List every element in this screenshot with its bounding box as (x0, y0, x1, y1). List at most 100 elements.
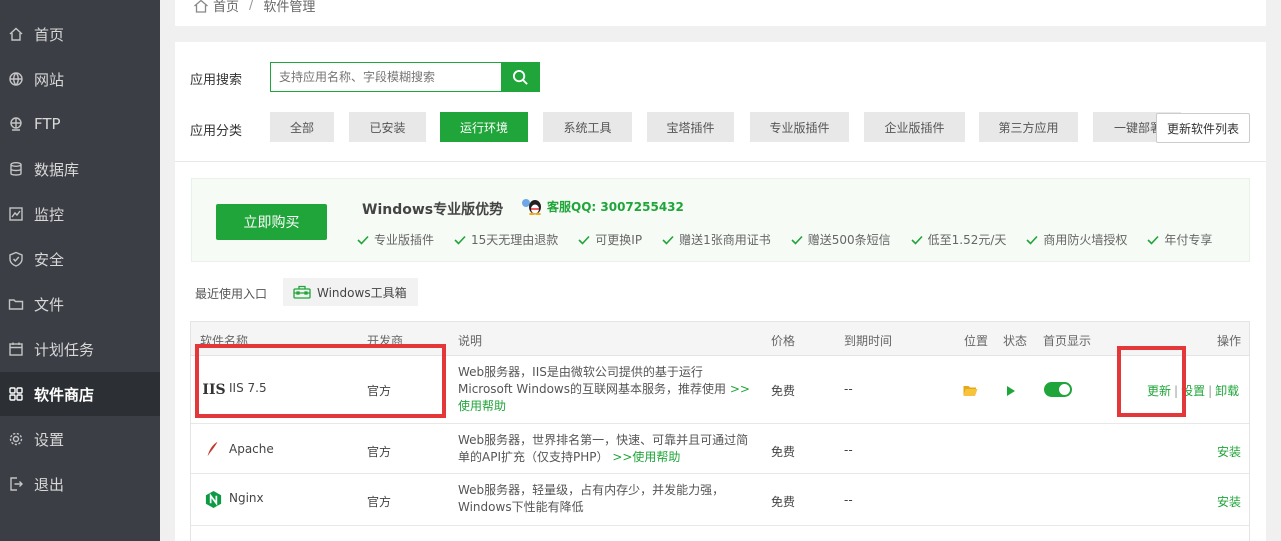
sidebar-item-label: 安全 (34, 250, 65, 269)
sidebar-item-ftp[interactable]: FTP (0, 102, 160, 146)
grid-icon (7, 385, 25, 403)
sidebar-item-label: 监控 (34, 205, 65, 224)
category-enterprise-plugins[interactable]: 企业版插件 (864, 112, 965, 142)
feature-item: 赠送500条短信 (791, 231, 891, 248)
search-button[interactable] (501, 62, 540, 92)
qq-label: 客服QQ: 3007255432 (547, 199, 684, 214)
software-description: Web服务器，IIS是由微软公司提供的基于运行Microsoft Windows… (458, 365, 750, 413)
table-row (191, 526, 1249, 541)
highlight-box-update (1117, 346, 1186, 417)
help-link[interactable]: >>使用帮助 (612, 450, 680, 464)
highlight-box-software (195, 344, 446, 418)
sidebar-item-logout[interactable]: 退出 (0, 462, 160, 506)
play-icon[interactable] (1006, 385, 1016, 397)
sidebar-item-label: 网站 (34, 70, 65, 89)
home-icon (194, 0, 208, 13)
header-price: 价格 (771, 334, 796, 348)
software-developer: 官方 (367, 495, 392, 509)
sidebar-item-label: 软件商店 (34, 385, 95, 404)
promo-title: Windows专业版优势 (362, 202, 504, 218)
qq-penguin-icon (522, 199, 541, 215)
check-icon (357, 235, 369, 245)
feature-item: 赠送1张商用证书 (662, 231, 771, 248)
breadcrumb-panel: 首页 / 软件管理 (175, 0, 1266, 26)
breadcrumb-current: 软件管理 (263, 0, 316, 15)
qq-support[interactable]: 客服QQ: 3007255432 (519, 197, 684, 215)
sidebar-item-label: 设置 (34, 430, 65, 449)
software-description: Web服务器，世界排名第一，快速、可靠并且可通过简单的API扩充（仅支持PHP）… (458, 433, 749, 464)
homepage-display-toggle[interactable] (1044, 382, 1072, 397)
promo-features: 专业版插件 15天无理由退款 可更换IP 赠送1张商用证书 赠送500条短信 低… (357, 231, 1232, 248)
header-status: 状态 (1003, 334, 1028, 348)
install-button[interactable]: 安装 (1217, 443, 1241, 460)
uninstall-button[interactable]: 卸载 (1215, 384, 1239, 398)
install-button[interactable]: 安装 (1217, 493, 1241, 510)
sidebar-item-label: 首页 (34, 25, 65, 44)
recent-tool-windows-toolbox[interactable]: Windows工具箱 (283, 278, 418, 306)
check-icon (662, 235, 674, 245)
sidebar-item-security[interactable]: 安全 (0, 237, 160, 281)
sidebar-item-label: 退出 (34, 475, 65, 494)
logout-icon (7, 475, 25, 493)
table-row: Nginx 官方 Web服务器，轻量级，占有内存少，并发能力强，Windows下… (191, 474, 1249, 526)
breadcrumb-separator: / (249, 0, 254, 13)
sidebar-item-website[interactable]: 网站 (0, 57, 160, 101)
category-all[interactable]: 全部 (270, 112, 334, 142)
globe-icon (7, 70, 25, 88)
category-third-party[interactable]: 第三方应用 (979, 112, 1078, 142)
header-location: 位置 (964, 334, 989, 348)
divider (175, 161, 1266, 162)
check-icon (911, 235, 923, 245)
check-icon (1147, 235, 1159, 245)
feature-item: 年付专享 (1147, 231, 1212, 248)
category-bt-plugins[interactable]: 宝塔插件 (647, 112, 734, 142)
category-runtime[interactable]: 运行环境 (440, 112, 528, 142)
recent-entry-label: 最近使用入口 (195, 287, 268, 301)
feature-item: 低至1.52元/天 (911, 231, 1006, 248)
header-actions: 操作 (1217, 334, 1242, 348)
feature-item: 专业版插件 (357, 231, 434, 248)
sidebar-item-files[interactable]: 文件 (0, 282, 160, 326)
feature-item: 可更换IP (578, 231, 642, 248)
folder-icon (7, 295, 25, 313)
software-expire: -- (844, 443, 853, 457)
search-icon (512, 69, 528, 85)
software-expire: -- (844, 493, 853, 507)
software-expire: -- (844, 382, 853, 396)
software-name: Apache (229, 442, 274, 456)
category-pro-plugins[interactable]: 专业版插件 (750, 112, 849, 142)
sidebar-item-label: 文件 (34, 295, 65, 314)
search-input[interactable] (270, 62, 502, 92)
software-price: 免费 (771, 445, 796, 459)
check-icon (578, 235, 590, 245)
buy-now-button[interactable]: 立即购买 (216, 204, 327, 240)
sidebar: 首页 网站 FTP 数据库 监控 安全 文件 计划任务 软件商店 设置 退出 (0, 0, 160, 541)
sidebar-item-monitor[interactable]: 监控 (0, 192, 160, 236)
toolbox-icon (293, 285, 311, 299)
breadcrumb: 首页 / 软件管理 (193, 0, 315, 15)
sidebar-item-label: 数据库 (34, 160, 80, 179)
check-icon (454, 235, 466, 245)
sidebar-item-home[interactable]: 首页 (0, 12, 160, 56)
database-icon (7, 160, 25, 178)
gear-icon (7, 430, 25, 448)
promo-banner: 立即购买 Windows专业版优势 客服QQ: 3007255432 专业版插件… (191, 178, 1250, 262)
category-installed[interactable]: 已安装 (349, 112, 426, 142)
refresh-software-list-button[interactable]: 更新软件列表 (1156, 113, 1250, 143)
category-system-tools[interactable]: 系统工具 (543, 112, 632, 142)
apache-feather-icon (203, 439, 223, 459)
sidebar-item-software-store[interactable]: 软件商店 (0, 372, 160, 416)
nginx-icon (203, 489, 223, 509)
sidebar-item-settings[interactable]: 设置 (0, 417, 160, 461)
folder-icon[interactable] (963, 385, 978, 397)
category-label: 应用分类 (190, 124, 243, 139)
software-developer: 官方 (367, 445, 392, 459)
software-price: 免费 (771, 384, 796, 398)
shield-icon (7, 250, 25, 268)
recent-tool-label: Windows工具箱 (317, 285, 407, 300)
sidebar-item-database[interactable]: 数据库 (0, 147, 160, 191)
breadcrumb-home[interactable]: 首页 (213, 0, 239, 15)
search-label: 应用搜索 (190, 73, 243, 88)
feature-item: 15天无理由退款 (454, 231, 558, 248)
sidebar-item-cron[interactable]: 计划任务 (0, 327, 160, 371)
